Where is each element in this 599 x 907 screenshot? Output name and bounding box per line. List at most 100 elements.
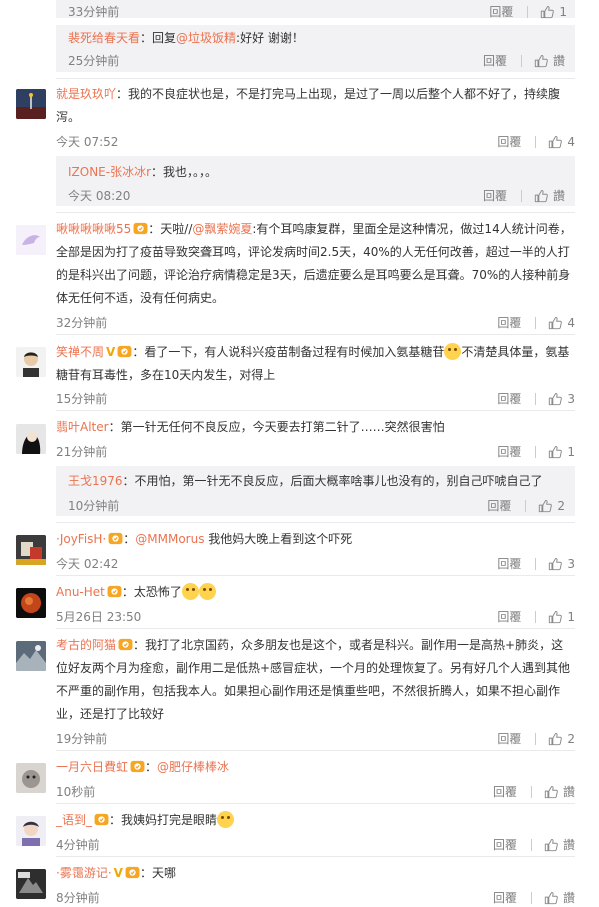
like-button[interactable]: 1 xyxy=(548,610,575,624)
comment-body: Anu-Het ：太恐怖了 xyxy=(56,581,575,604)
thumbs-up-icon xyxy=(548,732,562,746)
comment-body: 就是玖玖吖：我的不良症状也是，不是打完马上出现，是过了一周以后整个人都不好了，持… xyxy=(56,83,575,129)
reply-button[interactable]: 回覆 xyxy=(497,608,521,625)
mention-link[interactable]: @垃圾饭精 xyxy=(176,31,236,45)
username[interactable]: 翡叶Alter xyxy=(56,420,109,434)
avatar[interactable] xyxy=(16,347,46,377)
crying-emoji-icon xyxy=(198,583,216,600)
avatar-image xyxy=(16,89,46,119)
like-button[interactable]: 讚 xyxy=(544,836,575,853)
avatar[interactable] xyxy=(16,535,46,565)
divider xyxy=(527,5,529,18)
thumbs-up-icon xyxy=(534,54,548,68)
crying-emoji-icon xyxy=(181,583,199,600)
username[interactable]: ·JoyFisH· xyxy=(56,532,106,546)
avatar[interactable] xyxy=(16,424,46,454)
like-button[interactable]: 2 xyxy=(548,732,575,746)
thumbs-up-icon xyxy=(544,891,558,905)
username[interactable]: 一月六日費虹 xyxy=(56,760,128,774)
reply-button[interactable]: 回覆 xyxy=(493,889,517,906)
timestamp: 10分钟前 xyxy=(68,499,120,513)
username[interactable]: 王戈1976 xyxy=(68,474,123,488)
username[interactable]: _语到_ xyxy=(56,813,92,827)
avatar[interactable] xyxy=(16,763,46,793)
emoji-icon xyxy=(217,811,235,828)
divider xyxy=(520,54,522,67)
thumbs-up-icon xyxy=(538,499,552,513)
thumbs-up-icon xyxy=(544,785,558,799)
like-button[interactable]: 1 xyxy=(540,5,567,19)
timestamp: 今天 07:52 xyxy=(56,135,119,149)
reply-button[interactable]: 回覆 xyxy=(493,783,517,800)
reply-button[interactable]: 回覆 xyxy=(497,730,521,747)
reply-button[interactable]: 回覆 xyxy=(483,187,507,204)
like-button[interactable]: 2 xyxy=(538,499,565,513)
comment-body: 啾啾啾啾啾55 ：天啦//@飘萦婉夏:有个耳鸣康复群，里面全是这种情况，做过14人… xyxy=(56,218,575,310)
reply-button[interactable]: 回覆 xyxy=(497,443,521,460)
avatar[interactable] xyxy=(16,89,46,119)
timestamp: 19分钟前 xyxy=(56,732,108,746)
reply-button[interactable]: 回覆 xyxy=(483,52,507,69)
reply-button[interactable]: 回覆 xyxy=(497,314,521,331)
comment-partial: 33分钟前 回覆 1 xyxy=(0,0,599,20)
like-button[interactable]: 讚 xyxy=(544,783,575,800)
reply-button[interactable]: 回覆 xyxy=(493,836,517,853)
avatar-image xyxy=(16,641,46,671)
reply-prefix: ：回复 xyxy=(140,31,177,45)
username[interactable]: IZONE-张冰冰r xyxy=(68,165,151,179)
like-label: 讚 xyxy=(552,189,565,203)
divider xyxy=(56,212,575,213)
like-button[interactable]: 1 xyxy=(548,445,575,459)
reply-button[interactable]: 回覆 xyxy=(497,390,521,407)
avatar[interactable] xyxy=(16,588,46,618)
mention-link[interactable]: @飘萦婉夏 xyxy=(192,222,252,236)
verified-badge-icon xyxy=(94,813,109,826)
divider xyxy=(535,732,537,745)
avatar[interactable] xyxy=(16,225,46,255)
reply-button[interactable]: 回覆 xyxy=(489,3,513,20)
like-count: 4 xyxy=(567,134,575,149)
reply-button[interactable]: 回覆 xyxy=(497,133,521,150)
comment-body: 考古的阿猫 ：我打了北京国药，众多朋友也是这个，或者是科兴。副作用一是高热+肺炎，… xyxy=(56,634,575,726)
mention-link[interactable]: @肥仔棒棒冰 xyxy=(157,760,229,774)
avatar-image xyxy=(16,535,46,565)
username[interactable]: 裴死给春天看 xyxy=(68,31,140,45)
comment-body: 翡叶Alter：第一针无任何不良反应，今天要去打第二针了……突然很害怕 xyxy=(56,416,575,439)
timestamp: 今天 08:20 xyxy=(68,189,131,203)
verified-badge-icon xyxy=(108,532,123,545)
avatar[interactable] xyxy=(16,869,46,899)
avatar[interactable] xyxy=(16,816,46,846)
username[interactable]: Anu-Het xyxy=(56,585,105,599)
reply-button[interactable]: 回覆 xyxy=(497,555,521,572)
reply-box: 裴死给春天看：回复@垃圾饭精:好好 谢谢！ 25分钟前 回覆 讚 xyxy=(56,25,575,72)
avatar-image xyxy=(16,347,46,377)
like-count: 2 xyxy=(557,498,565,513)
like-button[interactable]: 4 xyxy=(548,135,575,149)
vip-icon: V xyxy=(106,345,116,359)
mention-link[interactable]: @MMMorus xyxy=(135,532,204,546)
thumbs-up-icon xyxy=(548,392,562,406)
username[interactable]: 就是玖玖吖 xyxy=(56,87,116,101)
like-button[interactable]: 3 xyxy=(548,557,575,571)
username[interactable]: 啾啾啾啾啾55 xyxy=(56,222,131,236)
avatar[interactable] xyxy=(16,641,46,671)
separator: ： xyxy=(123,532,136,546)
divider xyxy=(535,557,537,570)
like-button[interactable]: 讚 xyxy=(534,187,565,204)
avatar-image xyxy=(16,588,46,618)
reply-button[interactable]: 回覆 xyxy=(487,497,511,514)
emoji-icon xyxy=(444,343,462,360)
username[interactable]: 考古的阿猫 xyxy=(56,638,116,652)
divider xyxy=(525,499,527,512)
avatar-image xyxy=(16,869,46,899)
like-button[interactable]: 讚 xyxy=(544,889,575,906)
thumbs-up-icon xyxy=(544,838,558,852)
like-button[interactable]: 4 xyxy=(548,316,575,330)
username[interactable]: 笑禅不周 xyxy=(56,345,104,359)
divider xyxy=(56,628,575,629)
username[interactable]: ·雾霭游记· xyxy=(56,866,112,880)
like-button[interactable]: 讚 xyxy=(534,52,565,69)
like-count: 3 xyxy=(567,556,575,571)
timestamp: 15分钟前 xyxy=(56,392,108,406)
like-button[interactable]: 3 xyxy=(548,392,575,406)
